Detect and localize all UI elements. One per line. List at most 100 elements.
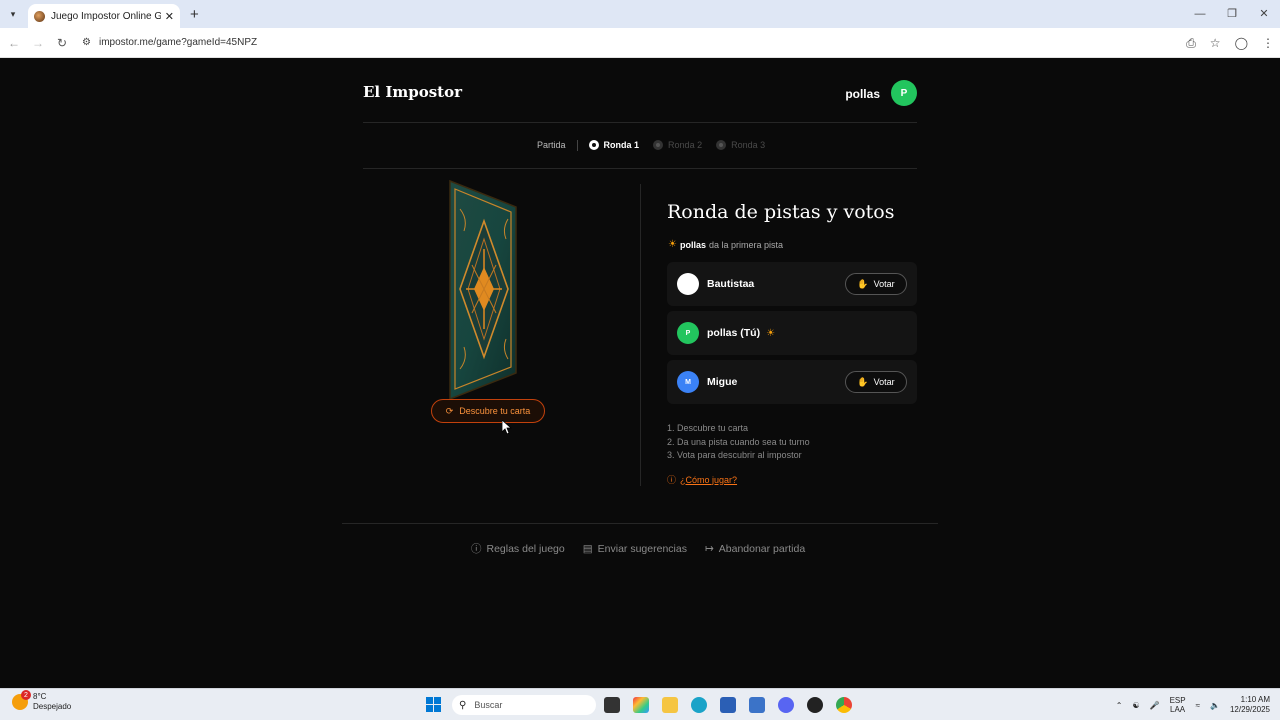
round-stepper: Partida Ronda 1 Ronda 2 Ronda 3 [537, 138, 779, 152]
search-placeholder: Buscar [474, 700, 503, 710]
task-view-icon[interactable] [604, 697, 620, 713]
clock-time: 1:10 AM [1240, 695, 1270, 704]
file-explorer-icon[interactable] [662, 697, 678, 713]
vote-label: Votar [873, 377, 895, 387]
site-favicon-icon [34, 10, 45, 22]
tray-chevron-icon[interactable]: ⌃ [1116, 701, 1123, 710]
step-label: Ronda 2 [668, 140, 703, 150]
profile-icon[interactable]: ◯ [1235, 36, 1248, 50]
restore-icon[interactable]: ❐ [1216, 0, 1248, 28]
search-icon: ⚲ [459, 699, 467, 711]
chrome-icon[interactable] [836, 697, 852, 713]
first-clue-text: da la primera pista [708, 239, 784, 250]
step-ronda-1: Ronda 1 [588, 140, 640, 150]
sun-icon: ☀ [766, 327, 776, 339]
rules-link[interactable]: ⓘ Reglas del juego [471, 541, 565, 556]
suggestions-link[interactable]: ▤ Enviar sugerencias [583, 541, 687, 556]
edge-icon[interactable] [691, 697, 707, 713]
leave-game-link[interactable]: ↦ Abandonar partida [705, 541, 805, 556]
player-avatar [677, 273, 699, 295]
close-window-icon[interactable]: ✕ [1248, 0, 1280, 28]
address-bar: ← → ↻ ⚙ impostor.me/game?gameId=45NPZ ⎙ … [0, 28, 1280, 58]
site-info-icon[interactable]: ⚙ [82, 37, 91, 48]
outlook-icon[interactable] [749, 697, 765, 713]
how-to-play-label: ¿Cómo jugar? [680, 474, 738, 485]
microphone-icon[interactable]: 🎤 [1150, 701, 1160, 710]
lang-bottom: LAA [1170, 705, 1186, 714]
how-to-play-link[interactable]: ⓘ ¿Cómo jugar? [667, 473, 737, 486]
player-row: Bautistaa ✋ Votar [667, 262, 917, 306]
close-tab-icon[interactable]: ✕ [165, 10, 174, 23]
vote-button[interactable]: ✋ Votar [845, 371, 907, 393]
store-icon[interactable] [720, 697, 736, 713]
user-avatar[interactable]: P [891, 80, 917, 106]
language-indicator[interactable]: ESP LAA [1170, 696, 1186, 714]
header-divider [363, 122, 917, 123]
clock[interactable]: 1:10 AM 12/29/2025 [1230, 695, 1270, 715]
weather-sun-icon: 2 [12, 690, 31, 710]
minimize-icon[interactable]: — [1184, 0, 1216, 28]
game-card[interactable] [448, 179, 518, 401]
game-header: El Impostor pollas P [363, 80, 917, 108]
menu-kebab-icon[interactable]: ⋮ [1262, 36, 1274, 50]
discord-icon[interactable] [778, 697, 794, 713]
stepper-divider [363, 168, 917, 169]
notification-badge: 2 [21, 690, 31, 700]
player-name: pollas (Tú) [707, 327, 761, 339]
game-page: El Impostor pollas P Partida Ronda 1 Ron… [0, 58, 1280, 688]
round-title: Ronda de pistas y votos [667, 201, 895, 223]
step-label: Ronda 1 [603, 140, 640, 150]
leave-label: Abandonar partida [718, 542, 806, 555]
wifi-icon[interactable]: ≈ [1196, 701, 1200, 710]
card-back-image [449, 179, 517, 401]
player-row-self: P pollas (Tú) ☀ [667, 311, 917, 355]
taskbar-search[interactable]: ⚲ Buscar [452, 695, 596, 715]
mouse-pointer-icon [502, 420, 512, 434]
step-partida: Partida [537, 140, 566, 150]
copilot-icon[interactable] [633, 697, 649, 713]
vote-label: Votar [873, 279, 895, 289]
forward-icon[interactable]: → [26, 36, 50, 50]
step-label: Ronda 3 [731, 140, 766, 150]
vote-button[interactable]: ✋ Votar [845, 273, 907, 295]
url-text: impostor.me/game?gameId=45NPZ [98, 37, 258, 48]
back-icon[interactable]: ← [2, 36, 26, 50]
suggestions-label: Enviar sugerencias [597, 542, 687, 555]
player-avatar: P [677, 322, 699, 344]
volume-icon[interactable]: 🔈 [1210, 701, 1220, 710]
reveal-card-button[interactable]: ⟳ Descubre tu carta [431, 399, 545, 423]
weather-desc: Despejado [33, 702, 72, 711]
step-dot-icon [588, 140, 599, 150]
browser-tab[interactable]: Juego Impostor Online Gratis - ✕ [28, 4, 180, 28]
info-icon: ⓘ [471, 543, 482, 555]
clock-date: 12/29/2025 [1229, 705, 1270, 714]
player-name: Migue [707, 376, 738, 388]
reload-icon[interactable]: ↻ [50, 36, 74, 50]
footer-divider [342, 523, 938, 524]
step-ronda-2: Ronda 2 [653, 140, 702, 150]
weather-widget[interactable]: 2 8°C Despejado [12, 690, 72, 712]
tab-title: Juego Impostor Online Gratis - [51, 10, 161, 22]
windows-start-icon[interactable] [426, 697, 441, 712]
window-controls: — ❐ ✕ [1184, 0, 1280, 28]
url-field[interactable]: ⚙ impostor.me/game?gameId=45NPZ [82, 37, 257, 48]
app-icon[interactable] [807, 697, 823, 713]
tab-list-icon[interactable]: ▾ [4, 5, 22, 23]
hand-icon: ✋ [857, 376, 869, 387]
info-icon: ⓘ [667, 475, 677, 485]
network-icon[interactable]: ☯ [1132, 701, 1139, 710]
weather-temp: 8°C [33, 692, 47, 701]
new-tab-icon[interactable]: + [190, 6, 199, 23]
brand-title[interactable]: El Impostor [363, 83, 462, 101]
step-dot-icon [716, 140, 727, 150]
instructions-list: 1. Descubre tu carta 2. Da una pista cua… [667, 422, 810, 463]
install-app-icon[interactable]: ⎙ [1186, 36, 1196, 51]
column-divider [640, 184, 641, 486]
pinned-apps [604, 697, 852, 713]
hand-icon: ✋ [857, 278, 869, 289]
system-tray: ⌃ ☯ 🎤 ESP LAA ≈ 🔈 1:10 AM 12/29/2025 [1116, 689, 1270, 720]
browser-tabbar: ▾ Juego Impostor Online Gratis - ✕ + — ❐… [0, 0, 1280, 28]
exit-icon: ↦ [704, 542, 714, 555]
instruction-item: 1. Descubre tu carta [667, 423, 749, 433]
bookmark-star-icon[interactable]: ☆ [1210, 36, 1221, 50]
